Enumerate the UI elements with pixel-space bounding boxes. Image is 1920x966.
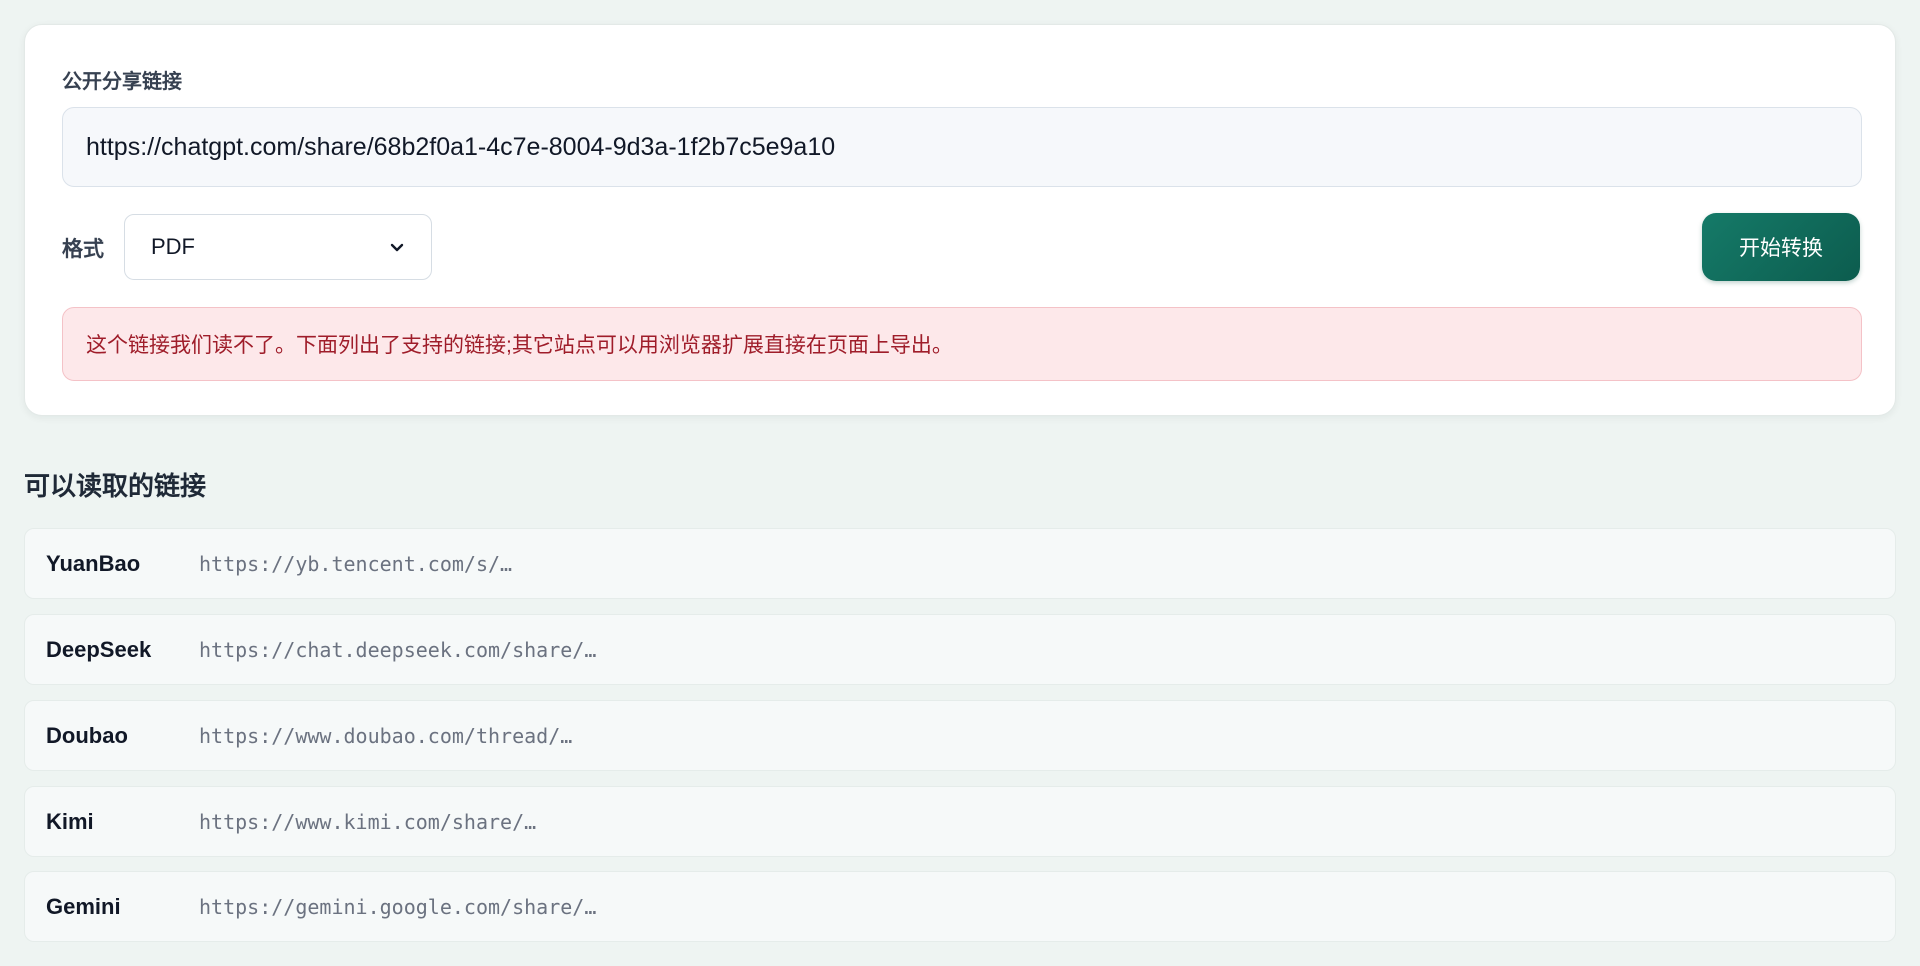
- list-item: YuanBao https://yb.tencent.com/s/…: [24, 528, 1896, 599]
- list-item: Gemini https://gemini.google.com/share/…: [24, 871, 1896, 942]
- site-url-pattern: https://yb.tencent.com/s/…: [199, 551, 513, 576]
- error-alert: 这个链接我们读不了。下面列出了支持的链接;其它站点可以用浏览器扩展直接在页面上导…: [62, 307, 1862, 381]
- format-select[interactable]: PDF: [124, 214, 432, 280]
- chevron-down-icon: [390, 243, 404, 252]
- supported-links-title: 可以读取的链接: [24, 471, 207, 501]
- list-item: Kimi https://www.kimi.com/share/…: [24, 786, 1896, 857]
- site-url-pattern: https://www.kimi.com/share/…: [199, 809, 537, 834]
- list-item: DeepSeek https://chat.deepseek.com/share…: [24, 614, 1896, 685]
- site-url-pattern: https://gemini.google.com/share/…: [199, 894, 597, 919]
- format-selected-value: PDF: [151, 234, 195, 259]
- error-message: 这个链接我们读不了。下面列出了支持的链接;其它站点可以用浏览器扩展直接在页面上导…: [86, 334, 953, 357]
- site-name: Gemini: [46, 893, 121, 919]
- convert-button[interactable]: 开始转换: [1702, 213, 1860, 281]
- share-link-input[interactable]: [62, 107, 1862, 187]
- list-item: Doubao https://www.doubao.com/thread/…: [24, 700, 1896, 771]
- site-name: Kimi: [46, 808, 94, 834]
- site-url-pattern: https://www.doubao.com/thread/…: [199, 723, 573, 748]
- site-name: Doubao: [46, 722, 128, 748]
- site-name: DeepSeek: [46, 636, 152, 662]
- format-label: 格式: [62, 238, 104, 261]
- converter-card: 公开分享链接 格式 PDF 开始转换 这个链接我们读不了。下面列出了支持的链接;…: [24, 24, 1896, 416]
- site-name: YuanBao: [46, 550, 141, 576]
- site-url-pattern: https://chat.deepseek.com/share/…: [199, 637, 597, 662]
- share-link-label: 公开分享链接: [62, 71, 182, 93]
